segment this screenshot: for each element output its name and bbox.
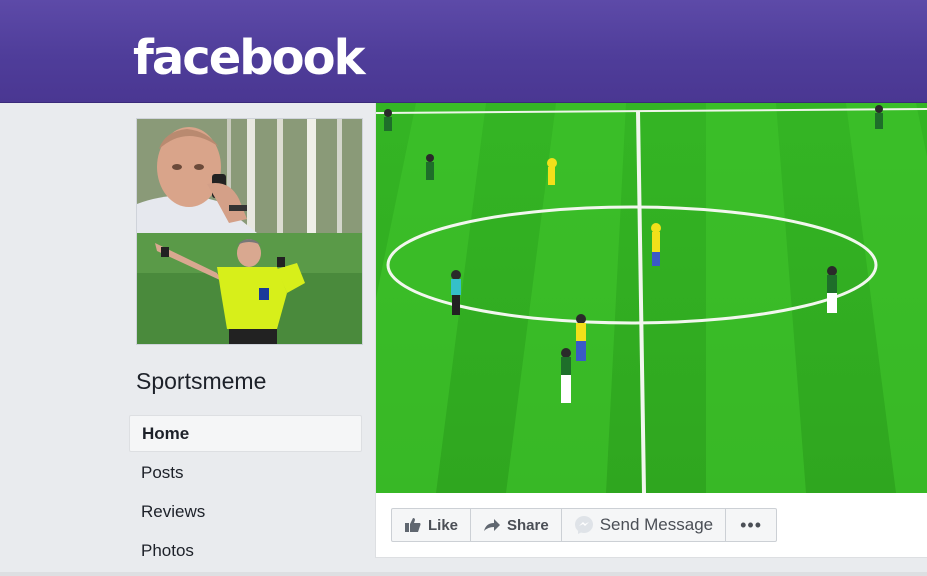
nav-item-reviews[interactable]: Reviews — [129, 493, 362, 532]
send-message-button[interactable]: Send Message — [562, 509, 727, 541]
share-label: Share — [507, 516, 549, 534]
bottom-divider — [0, 572, 927, 576]
more-button[interactable]: ••• — [726, 509, 776, 541]
thumbs-up-icon — [405, 518, 421, 532]
page-title[interactable]: Sportsmeme — [136, 368, 266, 395]
cover-photo[interactable] — [376, 103, 927, 493]
nav-item-posts[interactable]: Posts — [129, 454, 362, 493]
page-action-bar: Like Share Send Message ••• — [391, 508, 778, 542]
nav-item-home[interactable]: Home — [129, 415, 362, 452]
top-bar: facebook — [0, 0, 927, 103]
profile-picture-top-panel — [137, 119, 362, 233]
man-on-phone-image — [137, 119, 362, 233]
messenger-icon — [574, 516, 593, 534]
like-button[interactable]: Like — [392, 509, 472, 541]
referee-image — [137, 233, 362, 344]
profile-picture[interactable] — [136, 118, 363, 345]
send-message-label: Send Message — [599, 515, 714, 534]
page-nav: Home Posts Reviews Photos — [129, 415, 362, 571]
facebook-logo[interactable]: facebook — [133, 28, 366, 88]
profile-picture-bottom-panel — [137, 233, 362, 344]
nav-item-photos[interactable]: Photos — [129, 532, 362, 571]
more-icon: ••• — [740, 514, 763, 535]
like-label: Like — [428, 516, 459, 534]
share-arrow-icon — [484, 519, 501, 531]
soccer-field-image — [376, 103, 927, 493]
share-button[interactable]: Share — [471, 509, 562, 541]
